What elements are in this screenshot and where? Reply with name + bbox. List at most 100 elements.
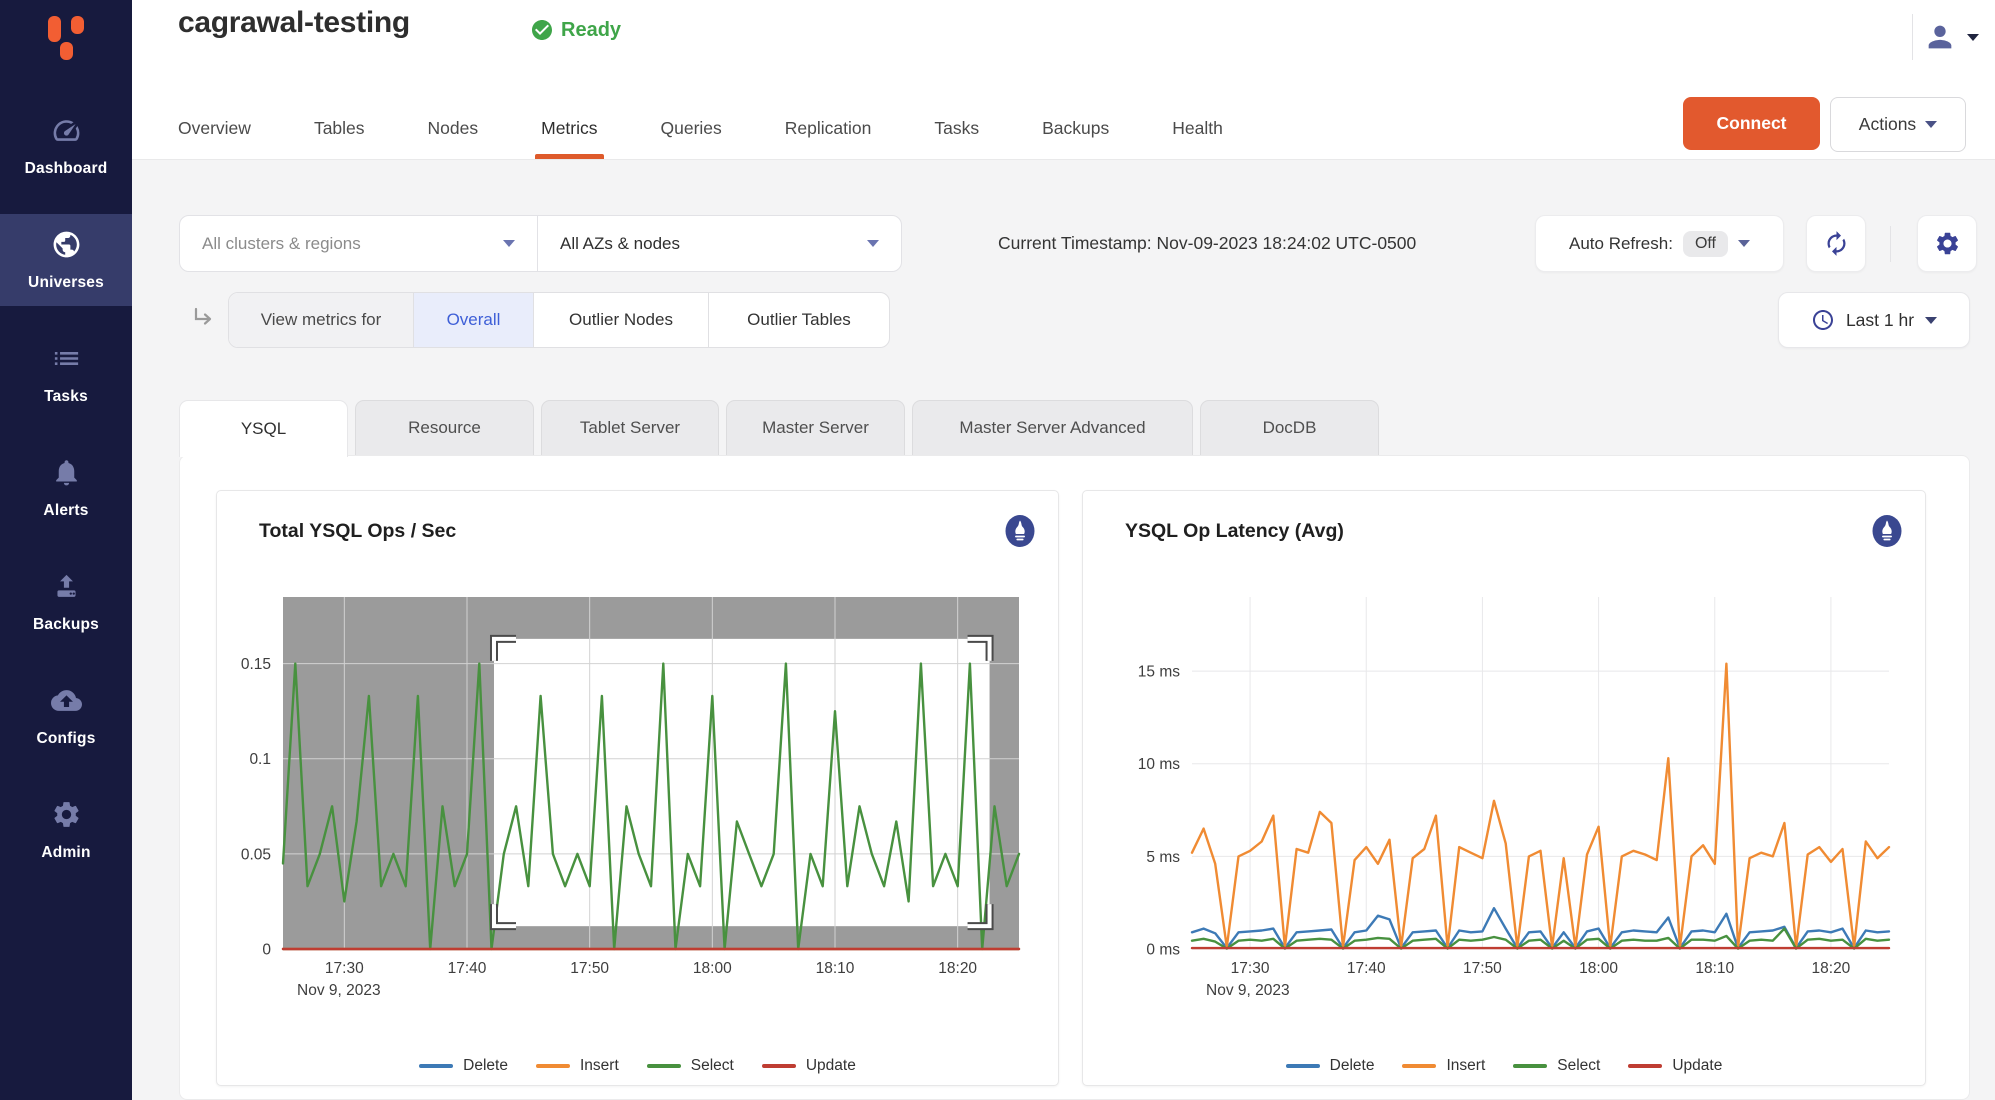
auto-refresh-control[interactable]: Auto Refresh: Off [1535,215,1784,272]
chart-title: Total YSQL Ops / Sec [259,520,456,543]
legend-item-update[interactable]: Update [762,1057,856,1075]
current-timestamp: Current Timestamp: Nov-09-2023 18:24:02 … [998,215,1416,272]
legend-item-insert[interactable]: Insert [536,1057,619,1075]
sidebar-item-tasks[interactable]: Tasks [0,328,132,420]
legend-item-select[interactable]: Select [647,1057,734,1075]
svg-text:18:10: 18:10 [1695,960,1734,977]
legend-swatch-icon [647,1064,681,1068]
scope-filters: All clusters & regions All AZs & nodes [179,215,902,272]
tab-tasks[interactable]: Tasks [934,97,979,159]
auto-refresh-value: Off [1683,231,1728,257]
sidebar-item-alerts[interactable]: Alerts [0,442,132,534]
metric-tab-master-server[interactable]: Master Server [726,400,905,455]
tab-backups[interactable]: Backups [1042,97,1109,159]
page-title: cagrawal-testing [178,6,410,40]
metrics-settings-button[interactable] [1917,215,1977,272]
metrics-panel: Total YSQL Ops / Sec 00.050.10.1517:3017… [179,455,1970,1100]
svg-text:0: 0 [262,942,271,959]
connect-button[interactable]: Connect [1683,97,1820,150]
user-menu[interactable] [1912,14,1979,60]
legend-item-insert[interactable]: Insert [1402,1057,1485,1075]
clock-icon [1811,308,1835,332]
svg-text:Nov 9, 2023: Nov 9, 2023 [297,982,381,999]
chart-card-ysql-op-latency: YSQL Op Latency (Avg) 0 ms5 ms10 ms15 ms… [1082,490,1926,1086]
refresh-button[interactable] [1806,215,1866,272]
sidebar-item-configs[interactable]: Configs [0,670,132,762]
tab-replication[interactable]: Replication [785,97,872,159]
svg-text:18:10: 18:10 [816,960,855,977]
gauge-icon [51,115,82,151]
sidebar-item-universes[interactable]: Universes [0,214,132,306]
tab-health[interactable]: Health [1172,97,1223,159]
total-ysql-ops-chart[interactable]: 00.050.10.1517:3017:4017:5018:0018:1018:… [217,581,1058,1011]
metric-tab-docdb[interactable]: DocDB [1200,400,1379,455]
svg-text:0.1: 0.1 [249,751,271,768]
tab-queries[interactable]: Queries [661,97,722,159]
tab-overview[interactable]: Overview [178,97,251,159]
svg-text:18:20: 18:20 [938,960,977,977]
actions-button[interactable]: Actions [1830,97,1966,152]
time-range-select[interactable]: Last 1 hr [1778,292,1970,348]
prometheus-icon[interactable] [1002,513,1038,549]
check-circle-icon [530,18,554,42]
tab-metrics[interactable]: Metrics [541,97,597,159]
clusters-regions-value: All clusters & regions [202,234,361,254]
universe-nav-tabs: Overview Tables Nodes Metrics Queries Re… [178,97,1223,159]
branch-arrow-icon [190,305,216,336]
list-icon [51,343,82,379]
view-option-overall[interactable]: Overall [414,293,534,347]
legend-swatch-icon [762,1064,796,1068]
svg-text:17:40: 17:40 [448,960,487,977]
header: cagrawal-testing Ready Overview Tables N… [132,0,1995,160]
sidebar-item-dashboard[interactable]: Dashboard [0,100,132,192]
legend-item-select[interactable]: Select [1513,1057,1600,1075]
legend-swatch-icon [1402,1064,1436,1068]
actions-label: Actions [1859,114,1916,135]
legend-label: Update [1672,1057,1722,1075]
svg-text:17:50: 17:50 [570,960,609,977]
divider [1912,14,1913,60]
prometheus-icon[interactable] [1869,513,1905,549]
tab-nodes[interactable]: Nodes [428,97,479,159]
view-metrics-for-label: View metrics for [229,293,414,347]
view-option-outlier-tables[interactable]: Outlier Tables [709,293,889,347]
legend-item-delete[interactable]: Delete [1286,1057,1375,1075]
bell-icon [51,457,82,493]
svg-text:18:00: 18:00 [1579,960,1618,977]
metric-tab-master-server-advanced[interactable]: Master Server Advanced [912,400,1193,455]
yugabyte-logo[interactable] [0,0,132,100]
svg-text:17:50: 17:50 [1463,960,1502,977]
chevron-down-icon [503,240,515,247]
sidebar-item-backups[interactable]: Backups [0,556,132,648]
status-badge: Ready [530,18,621,42]
metric-tab-ysql[interactable]: YSQL [179,400,348,457]
legend-label: Insert [580,1057,619,1075]
legend-item-update[interactable]: Update [1628,1057,1722,1075]
globe-icon [51,229,82,265]
sidebar-item-admin[interactable]: Admin [0,784,132,876]
ysql-op-latency-chart[interactable]: 0 ms5 ms10 ms15 ms17:3017:4017:5018:0018… [1083,581,1925,1011]
view-option-outlier-nodes[interactable]: Outlier Nodes [534,293,709,347]
legend-label: Insert [1446,1057,1485,1075]
legend-label: Select [1557,1057,1600,1075]
legend-label: Delete [463,1057,508,1075]
chevron-down-icon [867,240,879,247]
svg-text:17:40: 17:40 [1347,960,1386,977]
legend-label: Delete [1330,1057,1375,1075]
sidebar-item-label: Alerts [43,502,88,520]
legend-swatch-icon [419,1064,453,1068]
sidebar-item-label: Tasks [44,388,88,406]
azs-nodes-select[interactable]: All AZs & nodes [538,216,901,271]
chevron-down-icon [1738,240,1750,247]
time-range-value: Last 1 hr [1846,310,1914,331]
azs-nodes-value: All AZs & nodes [560,234,680,254]
chart-legend: Delete Insert Select Update [1083,1057,1925,1075]
tab-tables[interactable]: Tables [314,97,365,159]
metric-tab-resource[interactable]: Resource [355,400,534,455]
metric-tab-tablet-server[interactable]: Tablet Server [541,400,719,455]
svg-text:0 ms: 0 ms [1146,942,1180,959]
svg-text:15 ms: 15 ms [1138,664,1180,681]
clusters-regions-select[interactable]: All clusters & regions [180,216,538,271]
svg-text:17:30: 17:30 [1231,960,1270,977]
legend-item-delete[interactable]: Delete [419,1057,508,1075]
